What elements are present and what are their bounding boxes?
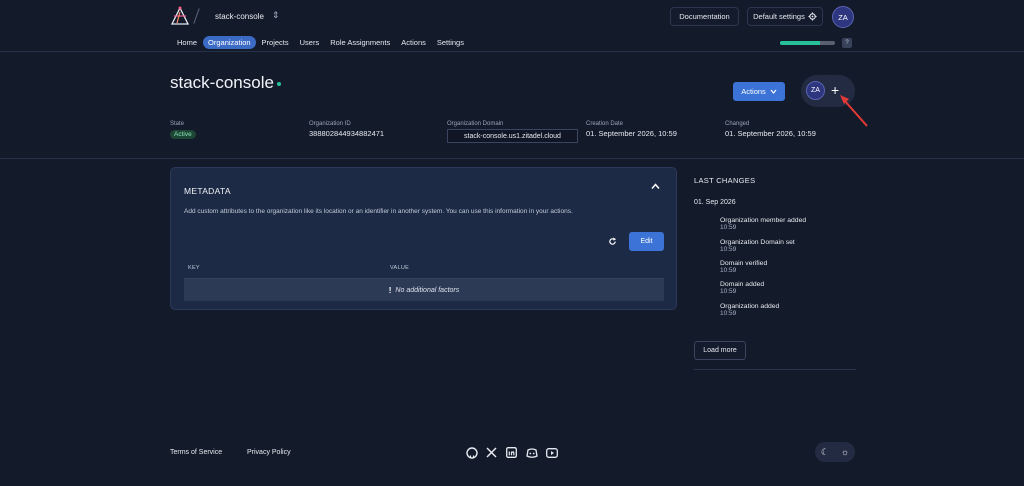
org-switcher-name[interactable]: stack-console: [215, 12, 264, 21]
user-avatar[interactable]: ZA: [832, 6, 854, 28]
member-avatar[interactable]: ZA: [806, 81, 825, 100]
info-changed-value: 01. September 2026, 10:59: [725, 129, 816, 138]
chevron-updown-icon[interactable]: ⇕: [272, 10, 280, 21]
info-org-id: Organization ID 388802844934882471: [309, 121, 384, 138]
info-state-label: State: [170, 121, 185, 127]
main-nav: Home Organization Projects Users Role As…: [172, 36, 470, 49]
change-time: 10:59: [720, 246, 737, 253]
nav-item-role-assignments[interactable]: Role Assignments: [325, 36, 395, 49]
column-header-value: VALUE: [390, 265, 410, 271]
progress-fill: [780, 41, 820, 45]
list-item: Organization added 10:59: [720, 303, 779, 317]
section-divider: [0, 158, 1024, 159]
list-item: Domain verified 10:59: [720, 260, 767, 274]
nav-item-actions[interactable]: Actions: [396, 36, 431, 49]
change-time: 10:59: [720, 267, 737, 274]
list-item: Organization Domain set 10:59: [720, 239, 795, 253]
info-domain-label: Organization Domain: [447, 121, 504, 127]
moon-icon[interactable]: ☾: [821, 447, 829, 458]
top-bar: stack-console ⇕ Documentation Default se…: [0, 0, 1024, 52]
status-badge: Active: [170, 130, 196, 139]
refresh-icon[interactable]: [608, 237, 617, 246]
documentation-button[interactable]: Documentation: [670, 7, 739, 26]
youtube-icon[interactable]: [545, 446, 558, 459]
nav-item-projects[interactable]: Projects: [257, 36, 294, 49]
x-icon[interactable]: [485, 446, 498, 459]
linkedin-icon[interactable]: [505, 446, 518, 459]
terms-of-service-link[interactable]: Terms of Service: [170, 449, 222, 456]
documentation-label: Documentation: [679, 12, 730, 21]
change-time: 10:59: [720, 288, 737, 295]
last-changes-title: LAST CHANGES: [694, 176, 756, 185]
default-settings-button[interactable]: Default settings: [747, 7, 823, 26]
chevron-up-icon[interactable]: [651, 183, 660, 190]
metadata-description: Add custom attributes to the organizatio…: [184, 208, 573, 215]
social-links: [465, 446, 558, 459]
info-changed: Changed 01. September 2026, 10:59: [725, 121, 816, 138]
change-name: Organization Domain set: [720, 239, 795, 246]
list-item: Domain added 10:59: [720, 281, 764, 295]
column-header-key: KEY: [188, 265, 200, 271]
empty-table-row: ! No additional factors: [184, 279, 664, 301]
zitadel-logo-icon[interactable]: [170, 6, 190, 26]
github-icon[interactable]: [465, 446, 478, 459]
nav-item-organization[interactable]: Organization: [203, 36, 256, 49]
edit-metadata-button[interactable]: Edit: [629, 232, 664, 251]
theme-toggle[interactable]: ☾ ☼: [815, 442, 855, 462]
info-created: Creation Date 01. September 2026, 10:59: [586, 121, 677, 138]
nav-item-users[interactable]: Users: [295, 36, 325, 49]
warning-icon: !: [388, 285, 392, 295]
change-time: 10:59: [720, 310, 737, 317]
list-item: Organization member added 10:59: [720, 217, 806, 231]
last-changes-divider: [694, 369, 856, 370]
info-org-id-value[interactable]: 388802844934882471: [309, 129, 384, 138]
nav-item-home[interactable]: Home: [172, 36, 202, 49]
sun-icon[interactable]: ☼: [841, 447, 849, 457]
annotation-arrow-icon: [840, 95, 868, 127]
breadcrumb-separator: [193, 8, 200, 24]
info-domain: Organization Domain stack-console.us1.zi…: [447, 121, 578, 143]
help-button[interactable]: ?: [842, 38, 852, 48]
info-domain-value[interactable]: stack-console.us1.zitadel.cloud: [447, 129, 578, 143]
nav-item-settings[interactable]: Settings: [432, 36, 469, 49]
change-name: Domain verified: [720, 260, 768, 267]
status-dot: [277, 82, 281, 86]
empty-state-text: No additional factors: [395, 286, 460, 294]
info-state: State Active: [170, 121, 196, 139]
change-name: Domain added: [720, 281, 765, 288]
actions-dropdown-button[interactable]: Actions: [733, 82, 785, 101]
discord-icon[interactable]: [525, 446, 538, 459]
onboarding-progress-bar[interactable]: [780, 41, 835, 45]
load-more-button[interactable]: Load more: [694, 341, 746, 360]
gear-icon: [808, 12, 817, 21]
change-name: Organization member added: [720, 217, 807, 224]
chevron-down-icon: [770, 89, 777, 94]
info-created-value: 01. September 2026, 10:59: [586, 129, 677, 138]
metadata-card: METADATA Add custom attributes to the or…: [170, 167, 677, 310]
privacy-policy-link[interactable]: Privacy Policy: [247, 449, 291, 456]
change-name: Organization added: [720, 303, 780, 310]
info-changed-label: Changed: [725, 121, 750, 127]
default-settings-label: Default settings: [753, 12, 805, 21]
info-org-id-label: Organization ID: [309, 121, 351, 127]
metadata-title: METADATA: [184, 186, 231, 196]
actions-label: Actions: [741, 87, 766, 96]
change-time: 10:59: [720, 224, 737, 231]
page-title: stack-console: [170, 73, 274, 92]
last-changes-date: 01. Sep 2026: [694, 199, 736, 206]
info-created-label: Creation Date: [586, 121, 624, 127]
